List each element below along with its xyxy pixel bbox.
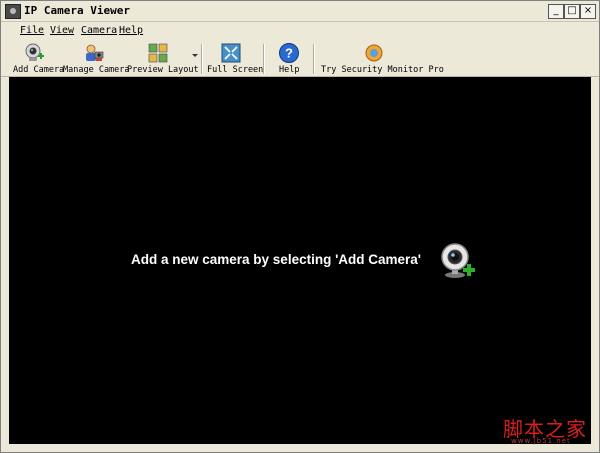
add-camera-button[interactable]: Add Camera — [9, 40, 64, 76]
manage-camera-icon — [86, 44, 104, 61]
full-screen-icon — [221, 43, 241, 63]
add-camera-label: Add Camera — [13, 65, 65, 75]
maximize-button[interactable]: □ — [564, 4, 580, 19]
preview-layout-dropdown-icon[interactable] — [192, 54, 198, 57]
menu-help[interactable]: Help — [119, 25, 143, 36]
toolbar: Add Camera Manage Camera Preview Layout — [1, 40, 599, 77]
manage-camera-label: Manage Camera — [63, 65, 130, 75]
webcam-add-icon — [25, 43, 44, 61]
menu-view[interactable]: View — [50, 25, 74, 36]
add-camera-hint: Add a new camera by selecting 'Add Camer… — [131, 252, 422, 267]
preview-layout-label: Preview Layout — [127, 65, 199, 75]
preview-layout-button[interactable]: Preview Layout — [127, 40, 199, 76]
security-monitor-pro-icon — [365, 44, 383, 62]
menu-camera[interactable]: Camera — [81, 25, 117, 36]
try-security-monitor-pro-button[interactable]: Try Security Monitor Pro — [319, 40, 444, 76]
minimize-button[interactable]: _ — [548, 4, 564, 19]
app-window: IP Camera Viewer _ □ × File View Camera … — [0, 0, 600, 453]
webcam-add-icon — [441, 243, 475, 278]
camera-preview-area[interactable]: Add a new camera by selecting 'Add Camer… — [9, 77, 591, 445]
close-button[interactable]: × — [580, 4, 596, 19]
camera-app-icon — [5, 4, 21, 19]
menu-bar: File View Camera Help — [1, 22, 599, 40]
svg-text:?: ? — [285, 46, 293, 61]
toolbar-separator — [313, 44, 315, 74]
window-title: IP Camera Viewer — [24, 4, 130, 17]
full-screen-label: Full Screen — [207, 65, 264, 75]
toolbar-separator — [201, 44, 203, 74]
help-label: Help — [279, 65, 300, 75]
grid-layout-icon — [148, 43, 168, 63]
watermark-url: www.jb51.net — [511, 437, 571, 445]
menu-file[interactable]: File — [20, 25, 44, 36]
toolbar-separator — [263, 44, 265, 74]
manage-camera-button[interactable]: Manage Camera — [61, 40, 130, 76]
help-icon: ? — [279, 43, 299, 63]
title-bar[interactable]: IP Camera Viewer _ □ × — [1, 1, 599, 22]
help-button[interactable]: ? Help — [269, 40, 309, 76]
full-screen-button[interactable]: Full Screen — [205, 40, 263, 76]
try-security-monitor-pro-label: Try Security Monitor Pro — [321, 65, 444, 75]
